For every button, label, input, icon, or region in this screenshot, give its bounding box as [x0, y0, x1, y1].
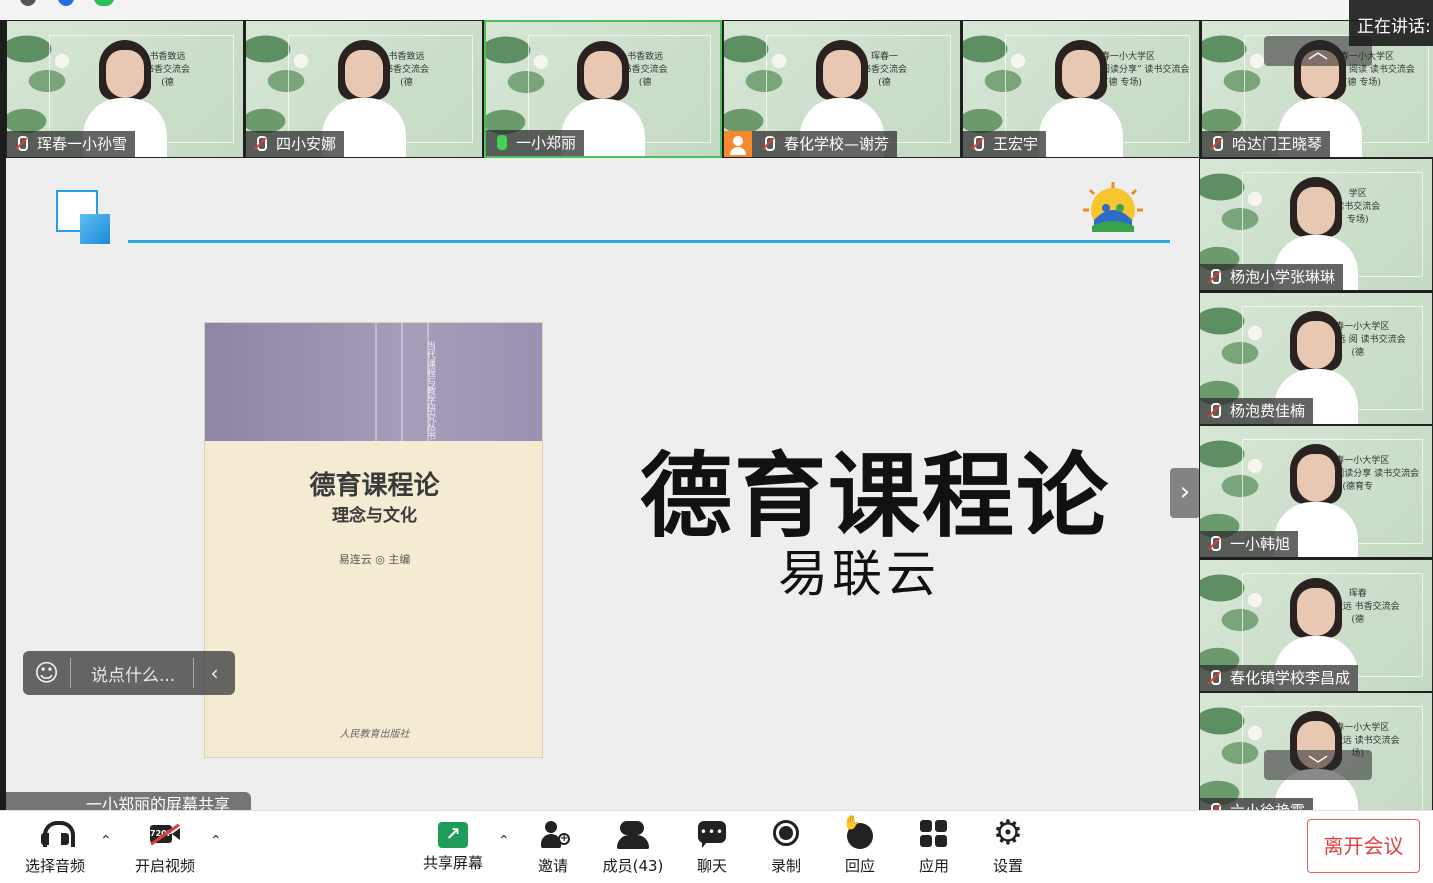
avatar-icon — [724, 131, 752, 157]
members-button[interactable]: 成员(43) — [596, 819, 670, 879]
react-button[interactable]: 回应 — [823, 815, 897, 879]
mic-muted-icon — [13, 135, 29, 153]
headset-icon — [38, 819, 75, 851]
book-subtitle: 理念与文化 — [332, 506, 417, 526]
participant-name: 一小郑丽 — [516, 134, 577, 152]
system-top-strip — [0, 0, 1433, 20]
slide-author: 易联云 — [778, 545, 940, 603]
chat-icon — [695, 819, 729, 851]
school-logo-icon — [1083, 182, 1143, 232]
emoji-icon[interactable]: ☺ — [23, 658, 71, 688]
participant-name: 哈达门王晓琴 — [1232, 135, 1323, 153]
share-screen-icon — [438, 822, 468, 848]
participant-name: 杨泡小学张琳琳 — [1230, 268, 1336, 286]
book-series: 当代课程与教学研究丛书 — [425, 341, 435, 440]
security-shield-icon[interactable] — [58, 0, 74, 6]
participant-name-bar: 春化学校—谢芳 — [724, 131, 898, 157]
record-icon — [769, 819, 803, 851]
share-screen-button[interactable]: 共享屏幕 — [416, 819, 490, 879]
gear-icon — [991, 813, 1025, 853]
participant-name-bar: 珲春一小孙雪 — [7, 131, 136, 157]
settings-button[interactable]: 设置 — [971, 813, 1045, 879]
video-options-caret[interactable]: ⌃ — [210, 833, 222, 849]
video-tile[interactable]: 珲春一小大学区 “书香致远 阅读分享” 读书交流会 (德 专场) 王宏宇 — [962, 20, 1200, 158]
shared-screen: 当代课程与教学研究丛书 德育课程论 理念与文化 易连云 ◎ 主编 人民教育出版社… — [6, 158, 1199, 810]
video-tile[interactable]: 书香致远 书香交流会 (德 一小郑丽 — [484, 20, 722, 158]
participant-name-bar: 一小韩旭 — [1200, 531, 1299, 557]
leave-meeting-button[interactable]: 离开会议 — [1307, 819, 1420, 873]
mic-muted-icon — [1206, 268, 1222, 286]
members-icon — [616, 819, 650, 851]
participant-name-bar: 王宏宇 — [963, 131, 1047, 157]
video-tile[interactable]: 珲春一小大学区 书香致远 阅 读书交流会 (德 杨泡费佳楠 — [1199, 291, 1433, 425]
audio-button[interactable]: 选择音频 — [18, 819, 92, 879]
next-page-button[interactable]: › — [1170, 468, 1199, 518]
mic-muted-icon — [1206, 669, 1222, 687]
mic-muted-icon — [760, 135, 776, 153]
chat-input-bar[interactable]: ☺ 说点什么... ‹ — [23, 651, 235, 695]
scroll-down-button[interactable]: ﹀ — [1264, 750, 1372, 780]
book-cover-image: 当代课程与教学研究丛书 德育课程论 理念与文化 易连云 ◎ 主编 人民教育出版社 — [204, 322, 543, 758]
book-title: 德育课程论 — [309, 471, 440, 501]
participant-name: 珲春一小孙雪 — [37, 135, 128, 153]
slide-header-line — [128, 240, 1170, 243]
participant-name-bar: 一小郑丽 — [486, 130, 585, 156]
collapse-chat-icon[interactable]: ‹ — [193, 658, 235, 688]
participant-name-bar: 杨泡费佳楠 — [1200, 397, 1314, 424]
invite-icon: + — [536, 819, 570, 851]
chat-button[interactable]: 聊天 — [675, 819, 749, 879]
participant-name: 春化镇学校李昌成 — [1230, 668, 1351, 687]
participant-name: 春化学校—谢芳 — [784, 135, 890, 153]
participant-name: 四小安娜 — [276, 135, 337, 153]
book-author: 易连云 ◎ 主编 — [338, 553, 411, 566]
participant-name-bar: 杨泡小学张琳琳 — [1200, 264, 1344, 290]
participant-name: 王宏宇 — [993, 135, 1039, 153]
reaction-icon — [843, 815, 877, 851]
apps-grid-icon — [917, 819, 951, 851]
participant-name: 杨泡费佳楠 — [1230, 401, 1306, 420]
chat-input[interactable]: 说点什么... — [71, 661, 193, 686]
book-publisher: 人民教育出版社 — [339, 729, 410, 740]
video-tile[interactable]: 珲春一 书香交流会 (德 春化学校—谢芳 — [723, 20, 961, 158]
screen-share-label: 一小郑丽的屏幕共享 — [6, 792, 251, 810]
invite-button[interactable]: + 邀请 — [516, 819, 590, 879]
participant-name-bar: 春化镇学校李昌成 — [1200, 664, 1359, 691]
audio-options-caret[interactable]: ⌃ — [100, 833, 112, 849]
participant-name-bar: 四小安娜 — [246, 131, 345, 157]
video-tile[interactable]: 珲春 书香致远 书香交流会 (德 春化镇学校李昌成 — [1199, 558, 1433, 692]
video-tile[interactable]: 学区 读书交流会 专场) 杨泡小学张琳琳 — [1199, 158, 1433, 291]
participant-name-bar: 哈达门王晓琴 — [1202, 131, 1331, 157]
speaking-indicator: 正在讲话: — [1349, 0, 1433, 46]
video-tile[interactable]: 书香致远 书香交流会 (德 四小安娜 — [245, 20, 483, 158]
mic-on-icon — [492, 134, 508, 152]
camera-off-icon: 720P — [148, 819, 182, 851]
participant-name: 一小韩旭 — [1230, 535, 1291, 553]
record-button[interactable]: 录制 — [749, 819, 823, 879]
meeting-toolbar: 选择音频 ⌃ 720P 开启视频 ⌃ 共享屏幕 ⌃ + 邀请 成员(43) — [0, 810, 1433, 883]
apps-button[interactable]: 应用 — [897, 819, 971, 879]
video-button[interactable]: 720P 开启视频 — [128, 819, 202, 879]
mic-muted-icon — [252, 135, 268, 153]
video-tile[interactable]: 书香致远 书香交流会 (德 珲春一小孙雪 — [6, 20, 244, 158]
mic-muted-icon — [969, 135, 985, 153]
mic-muted-icon — [1206, 402, 1222, 420]
mic-muted-icon — [1208, 135, 1224, 153]
video-tile[interactable]: 珲春一小大学区 书香致远 阅读分享 读书交流会 (德育专 一小韩旭 — [1199, 425, 1433, 558]
mic-muted-icon — [1206, 535, 1222, 553]
meeting-window: 正在讲话: 书香致远 书香交流会 (德 珲春一小孙雪 书香致远 书香交流会 (德 四小安娜 书香… — [0, 0, 1433, 883]
share-options-caret[interactable]: ⌃ — [498, 833, 510, 849]
participant-video — [1039, 40, 1123, 157]
signal-icon — [94, 0, 114, 6]
window-control-icon[interactable] — [20, 0, 36, 6]
